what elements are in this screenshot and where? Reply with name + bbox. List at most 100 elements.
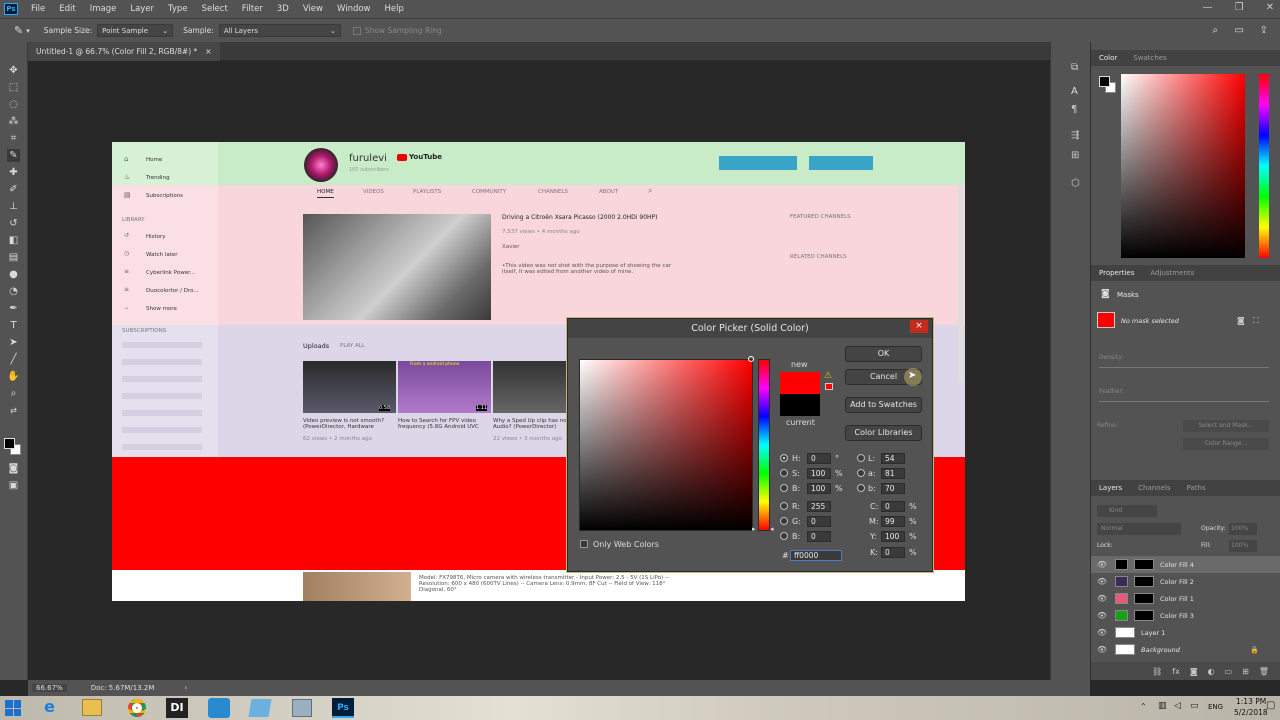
h-radio[interactable] xyxy=(780,454,788,462)
trending-icon[interactable]: ♨ xyxy=(124,173,130,181)
sample-select[interactable]: All Layers ⌄ xyxy=(218,24,341,37)
channel-tab-playlists[interactable]: PLAYLISTS xyxy=(413,189,441,195)
gradient-tool-icon[interactable]: ▤ xyxy=(7,251,20,264)
type-tool-icon[interactable]: T xyxy=(7,319,20,332)
screen-mode-icon[interactable]: ▣ xyxy=(7,479,20,492)
channel-tab-videos[interactable]: VIDEOS xyxy=(363,189,384,195)
menu-window[interactable]: Window xyxy=(330,0,378,18)
blue-radio[interactable] xyxy=(780,532,788,540)
restore-icon[interactable]: ❐ xyxy=(1235,2,1244,13)
b-field[interactable]: 100 xyxy=(807,483,831,494)
home-icon[interactable]: ⌂ xyxy=(124,155,128,163)
new-layer-icon[interactable]: ⊞ xyxy=(1242,667,1249,676)
app-icon[interactable] xyxy=(208,698,230,718)
workspace-icon[interactable]: ▭ xyxy=(1235,25,1244,36)
color-panel-hue-slider[interactable] xyxy=(1259,74,1269,258)
menu-image[interactable]: Image xyxy=(83,0,124,18)
eye-icon[interactable]: 👁 xyxy=(1095,594,1109,603)
layer-row[interactable]: 👁 Background 🔒 xyxy=(1091,641,1280,658)
menu-3d[interactable]: 3D xyxy=(270,0,296,18)
featured-video-thumbnail[interactable] xyxy=(303,214,491,320)
eye-icon[interactable]: 👁 xyxy=(1095,577,1109,586)
menu-type[interactable]: Type xyxy=(161,0,195,18)
hand-tool-icon[interactable]: ✋ xyxy=(7,370,20,383)
layer-mask-thumbnail[interactable] xyxy=(1134,610,1154,621)
layer-row[interactable]: 👁 Color Fill 1 xyxy=(1091,590,1280,607)
hue-slider[interactable] xyxy=(758,359,770,531)
eyedropper-tool-icon[interactable]: ✎ xyxy=(14,24,23,37)
clock-date[interactable]: 5/2/2018 xyxy=(1234,708,1268,717)
video-title[interactable]: How to Search for FPV video frequency (5… xyxy=(398,418,490,430)
network-icon[interactable]: ▥ xyxy=(1158,701,1167,711)
start-icon[interactable] xyxy=(5,700,21,716)
current-color-swatch[interactable] xyxy=(780,394,820,416)
menu-filter[interactable]: Filter xyxy=(235,0,270,18)
blur-tool-icon[interactable]: ● xyxy=(7,268,20,281)
opacity-field[interactable]: 100% xyxy=(1229,523,1257,535)
tab-properties[interactable]: Properties xyxy=(1091,269,1142,277)
chrome-icon[interactable] xyxy=(128,699,146,717)
mask-thumbnail[interactable] xyxy=(1097,312,1115,328)
layer-mask-thumbnail[interactable] xyxy=(1134,559,1154,570)
hue-slider-left-arrow[interactable]: ▸ xyxy=(752,525,756,533)
color-panel-field[interactable] xyxy=(1121,74,1245,258)
foreground-color-swatch[interactable] xyxy=(4,438,15,449)
menu-select[interactable]: Select xyxy=(195,0,235,18)
layer-row[interactable]: 👁 Color Fill 2 xyxy=(1091,573,1280,590)
dialog-close-button[interactable]: × xyxy=(910,320,928,333)
show-ring-checkbox[interactable] xyxy=(352,26,361,35)
page-scrollbar[interactable] xyxy=(958,182,963,382)
hue-slider-right-arrow[interactable]: ◂ xyxy=(770,525,774,533)
lab-b-field[interactable]: 70 xyxy=(881,483,905,494)
notifications-icon[interactable]: ▢ xyxy=(1266,700,1275,711)
channel-tab-channels[interactable]: CHANNELS xyxy=(538,189,568,195)
s-radio[interactable] xyxy=(780,469,788,477)
feather-slider[interactable] xyxy=(1099,401,1269,402)
warning-triangle-icon[interactable]: ⚠ xyxy=(824,371,832,381)
video-title[interactable]: Why a Sped Up clip has no Audio? (PowerD… xyxy=(493,418,573,430)
move-tool-icon[interactable]: ✥ xyxy=(7,64,20,77)
layer-mask-thumbnail[interactable] xyxy=(1134,576,1154,587)
lasso-tool-icon[interactable]: ◌ xyxy=(7,98,20,111)
character-panel-icon[interactable]: A xyxy=(1071,86,1078,97)
3d-panel-icon[interactable]: ⬡ xyxy=(1071,178,1080,189)
eye-icon[interactable]: 👁 xyxy=(1095,628,1109,637)
color-libraries-button[interactable]: Color Libraries xyxy=(845,425,922,441)
tab-paths[interactable]: Paths xyxy=(1179,484,1214,492)
layer-mask-thumbnail[interactable] xyxy=(1134,593,1154,604)
tray-chevron-icon[interactable]: ⌃ xyxy=(1140,702,1147,711)
c-field[interactable]: 0 xyxy=(881,501,905,512)
add-to-swatches-button[interactable]: Add to Swatches xyxy=(845,397,922,413)
l-field[interactable]: 54 xyxy=(881,453,905,464)
channel-search-icon[interactable]: ⌕ xyxy=(648,186,652,196)
crop-tool-icon[interactable]: ⌗ xyxy=(7,132,20,145)
menu-help[interactable]: Help xyxy=(378,0,411,18)
b-radio[interactable] xyxy=(780,484,788,492)
yt-nav-trending[interactable]: Trending xyxy=(146,175,170,181)
trash-icon[interactable]: 🗑 xyxy=(1259,667,1269,676)
pen-tool-icon[interactable]: ✒ xyxy=(7,302,20,315)
clock-time[interactable]: 1:13 PM xyxy=(1236,697,1266,706)
eye-icon[interactable]: 👁 xyxy=(1095,560,1109,569)
paragraph-panel-icon[interactable]: ¶ xyxy=(1071,104,1077,115)
quick-mask-icon[interactable]: ◙ xyxy=(7,462,20,475)
link-layers-icon[interactable]: ⛓ xyxy=(1152,667,1162,676)
close-window-icon[interactable]: ✕ xyxy=(1266,2,1274,13)
add-pixel-mask-icon[interactable]: ◙ xyxy=(1237,316,1245,325)
customize-channel-button[interactable] xyxy=(719,156,797,170)
eye-icon[interactable]: 👁 xyxy=(1095,645,1109,654)
menu-layer[interactable]: Layer xyxy=(123,0,161,18)
channel-avatar[interactable] xyxy=(304,148,338,182)
zoom-tool-icon[interactable]: ⌕ xyxy=(7,387,20,400)
actions-panel-icon[interactable]: ⇶ xyxy=(1071,130,1079,141)
g-field[interactable]: 0 xyxy=(807,516,831,527)
marquee-tool-icon[interactable]: ⬚ xyxy=(7,81,20,94)
tab-color[interactable]: Color xyxy=(1091,54,1125,62)
quick-select-tool-icon[interactable]: ⁂ xyxy=(7,115,20,128)
video-thumbnail[interactable] xyxy=(303,572,411,601)
select-and-mask-button[interactable]: Select and Mask... xyxy=(1183,420,1269,432)
yt-nav-watch-later[interactable]: Watch later xyxy=(146,252,178,258)
clone-stamp-icon[interactable]: ⊥ xyxy=(7,200,20,213)
layer-row[interactable]: 👁 Color Fill 4 xyxy=(1091,556,1280,573)
yt-nav-home[interactable]: Home xyxy=(146,157,162,163)
